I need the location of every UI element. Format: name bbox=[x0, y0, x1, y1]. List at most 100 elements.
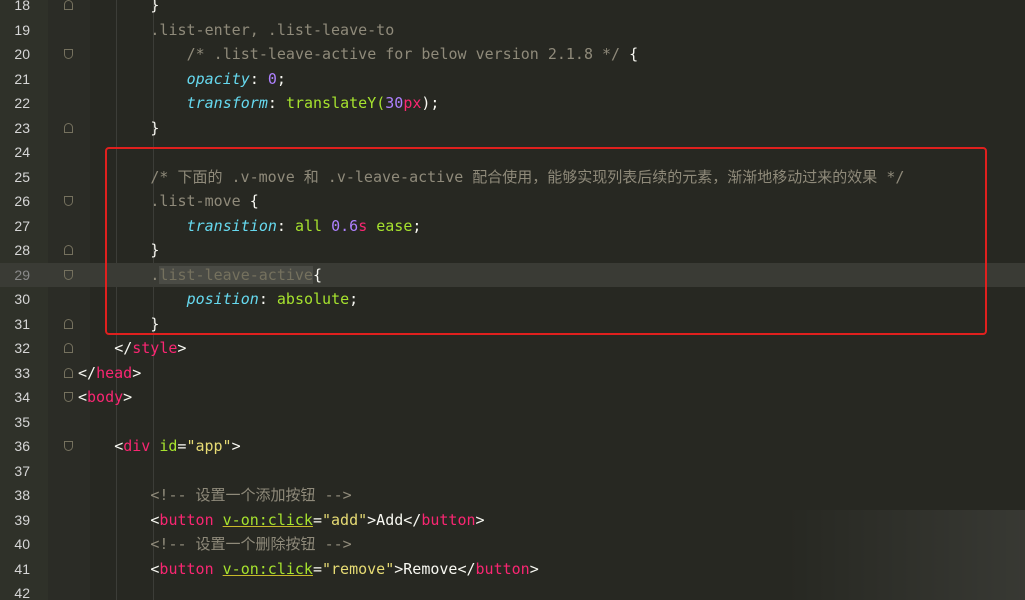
code-text: opacity: 0; bbox=[187, 67, 286, 92]
code-line[interactable]: 31} bbox=[0, 312, 1025, 337]
code-line[interactable]: 32 </style> bbox=[0, 336, 1025, 361]
code-token: /* 下面的 .v-move 和 .v-leave-active 配合使用，能够… bbox=[150, 167, 905, 186]
code-line[interactable]: 20 /* .list-leave-active for below versio… bbox=[0, 42, 1025, 67]
code-line[interactable]: 24 bbox=[0, 140, 1025, 165]
code-token: "app" bbox=[186, 437, 232, 455]
code-token: ; bbox=[349, 290, 359, 308]
code-token: opacity bbox=[186, 69, 250, 88]
fold-close-icon[interactable] bbox=[64, 122, 73, 133]
fold-open-icon[interactable] bbox=[64, 441, 73, 451]
code-text: } bbox=[150, 238, 159, 263]
code-text: .list-enter, .list-leave-to bbox=[150, 18, 394, 43]
code-line[interactable]: 36 <div id="app"> bbox=[0, 434, 1025, 459]
fold-close-icon[interactable] bbox=[64, 318, 73, 329]
code-text: <button v-on:click="add">Add</button> bbox=[150, 508, 484, 533]
code-line[interactable]: 37 bbox=[0, 459, 1025, 484]
code-token: > bbox=[132, 363, 142, 382]
code-line[interactable]: 40 <!-- 设置一个删除按钮 --> bbox=[0, 532, 1025, 557]
fold-close-icon[interactable] bbox=[64, 245, 73, 255]
code-token: } bbox=[150, 118, 160, 137]
fold-close-icon[interactable] bbox=[64, 0, 73, 10]
code-token: absolute bbox=[276, 290, 350, 308]
line-number: 22 bbox=[14, 95, 30, 111]
line-number: 33 bbox=[14, 364, 30, 381]
code-text: transform: translateY(30px); bbox=[187, 91, 440, 116]
line-number: 36 bbox=[14, 438, 30, 454]
code-line[interactable]: 33 </head> bbox=[0, 361, 1025, 386]
code-editor[interactable]: 18} 19 .list-enter, .list-leave-to 20 /* .li… bbox=[0, 0, 1025, 600]
code-token: = bbox=[312, 510, 322, 529]
code-token: 30 bbox=[385, 94, 404, 112]
code-line[interactable]: 42 bbox=[0, 581, 1025, 600]
code-token: list-leave-active bbox=[159, 265, 313, 284]
code-token: : bbox=[249, 69, 268, 88]
code-line[interactable]: 27 transition: all 0.6s ease; bbox=[0, 214, 1025, 239]
code-token: > bbox=[177, 339, 187, 357]
line-number: 39 bbox=[14, 511, 30, 528]
code-token: px bbox=[403, 94, 422, 112]
code-line[interactable]: 28} bbox=[0, 238, 1025, 263]
code-text: /* 下面的 .v-move 和 .v-leave-active 配合使用，能够… bbox=[150, 165, 904, 190]
code-line[interactable]: 22 transform: translateY(30px); bbox=[0, 91, 1025, 116]
fold-close-icon[interactable] bbox=[64, 343, 73, 353]
code-line[interactable]: 38 <!-- 设置一个添加按钮 --> bbox=[0, 483, 1025, 508]
code-token: .list-move bbox=[150, 192, 241, 210]
line-number: 40 bbox=[14, 536, 30, 552]
fold-open-icon[interactable] bbox=[64, 269, 73, 280]
fold-close-icon[interactable] bbox=[64, 367, 73, 378]
line-number: 35 bbox=[14, 413, 30, 430]
code-token: <!-- 设置一个删除按钮 --> bbox=[150, 535, 352, 553]
code-text: <!-- 设置一个添加按钮 --> bbox=[150, 483, 351, 508]
code-token: style bbox=[132, 339, 178, 357]
code-text: transition: all 0.6s ease; bbox=[187, 214, 422, 239]
code-token: button bbox=[475, 559, 530, 578]
code-token: position bbox=[186, 290, 259, 308]
code-token: s bbox=[358, 216, 368, 235]
fold-open-icon[interactable] bbox=[64, 392, 73, 402]
code-token: : bbox=[258, 290, 277, 308]
code-text: /* .list-leave-active for below version … bbox=[187, 42, 639, 67]
code-token: ; bbox=[412, 216, 422, 235]
code-line[interactable]: 21 opacity: 0; bbox=[0, 67, 1025, 92]
code-line[interactable]: 26 .list-move { bbox=[0, 189, 1025, 214]
code-line[interactable]: 18} bbox=[0, 0, 1025, 18]
fold-open-icon[interactable] bbox=[64, 196, 73, 206]
code-token: ease bbox=[367, 216, 413, 235]
line-number: 41 bbox=[14, 560, 30, 577]
fold-open-icon[interactable] bbox=[64, 49, 73, 59]
code-token: } bbox=[150, 314, 160, 333]
line-number: 26 bbox=[14, 193, 30, 209]
code-line[interactable]: 30 position: absolute; bbox=[0, 287, 1025, 312]
code-text: } bbox=[150, 0, 159, 18]
code-token: > bbox=[231, 437, 241, 455]
code-token: ; bbox=[276, 69, 286, 88]
code-line[interactable]: 25 /* 下面的 .v-move 和 .v-leave-active 配合使用，… bbox=[0, 165, 1025, 190]
line-number: 18 bbox=[14, 0, 30, 13]
code-token: < bbox=[114, 437, 124, 455]
line-number: 30 bbox=[14, 291, 30, 307]
code-text: </style> bbox=[114, 336, 186, 361]
code-token: .list-enter, .list-leave-to bbox=[150, 20, 395, 39]
code-line[interactable]: 19 .list-enter, .list-leave-to bbox=[0, 18, 1025, 43]
line-number: 38 bbox=[14, 487, 30, 503]
code-token: > bbox=[529, 559, 539, 578]
code-line[interactable]: 29 .list-leave-active{ bbox=[0, 262, 1025, 287]
line-number: 19 bbox=[14, 21, 30, 38]
code-line[interactable]: 34 <body> bbox=[0, 385, 1025, 410]
code-token: { bbox=[620, 45, 639, 63]
code-token: : bbox=[267, 94, 286, 112]
code-line[interactable]: 41 <button v-on:click="remove">Remove</bu… bbox=[0, 557, 1025, 582]
code-text: </head> bbox=[78, 361, 141, 386]
code-text: } bbox=[150, 116, 159, 141]
code-token: > bbox=[475, 510, 485, 529]
code-line[interactable]: 23} bbox=[0, 116, 1025, 141]
code-token: all bbox=[294, 216, 332, 235]
code-line[interactable]: 35 bbox=[0, 410, 1025, 435]
code-line[interactable]: 39 <button v-on:click="add">Add</button> bbox=[0, 508, 1025, 533]
code-token: >Add</ bbox=[367, 510, 422, 529]
code-token: { bbox=[312, 265, 322, 284]
code-token: button bbox=[159, 510, 214, 529]
code-token: </ bbox=[114, 339, 133, 357]
